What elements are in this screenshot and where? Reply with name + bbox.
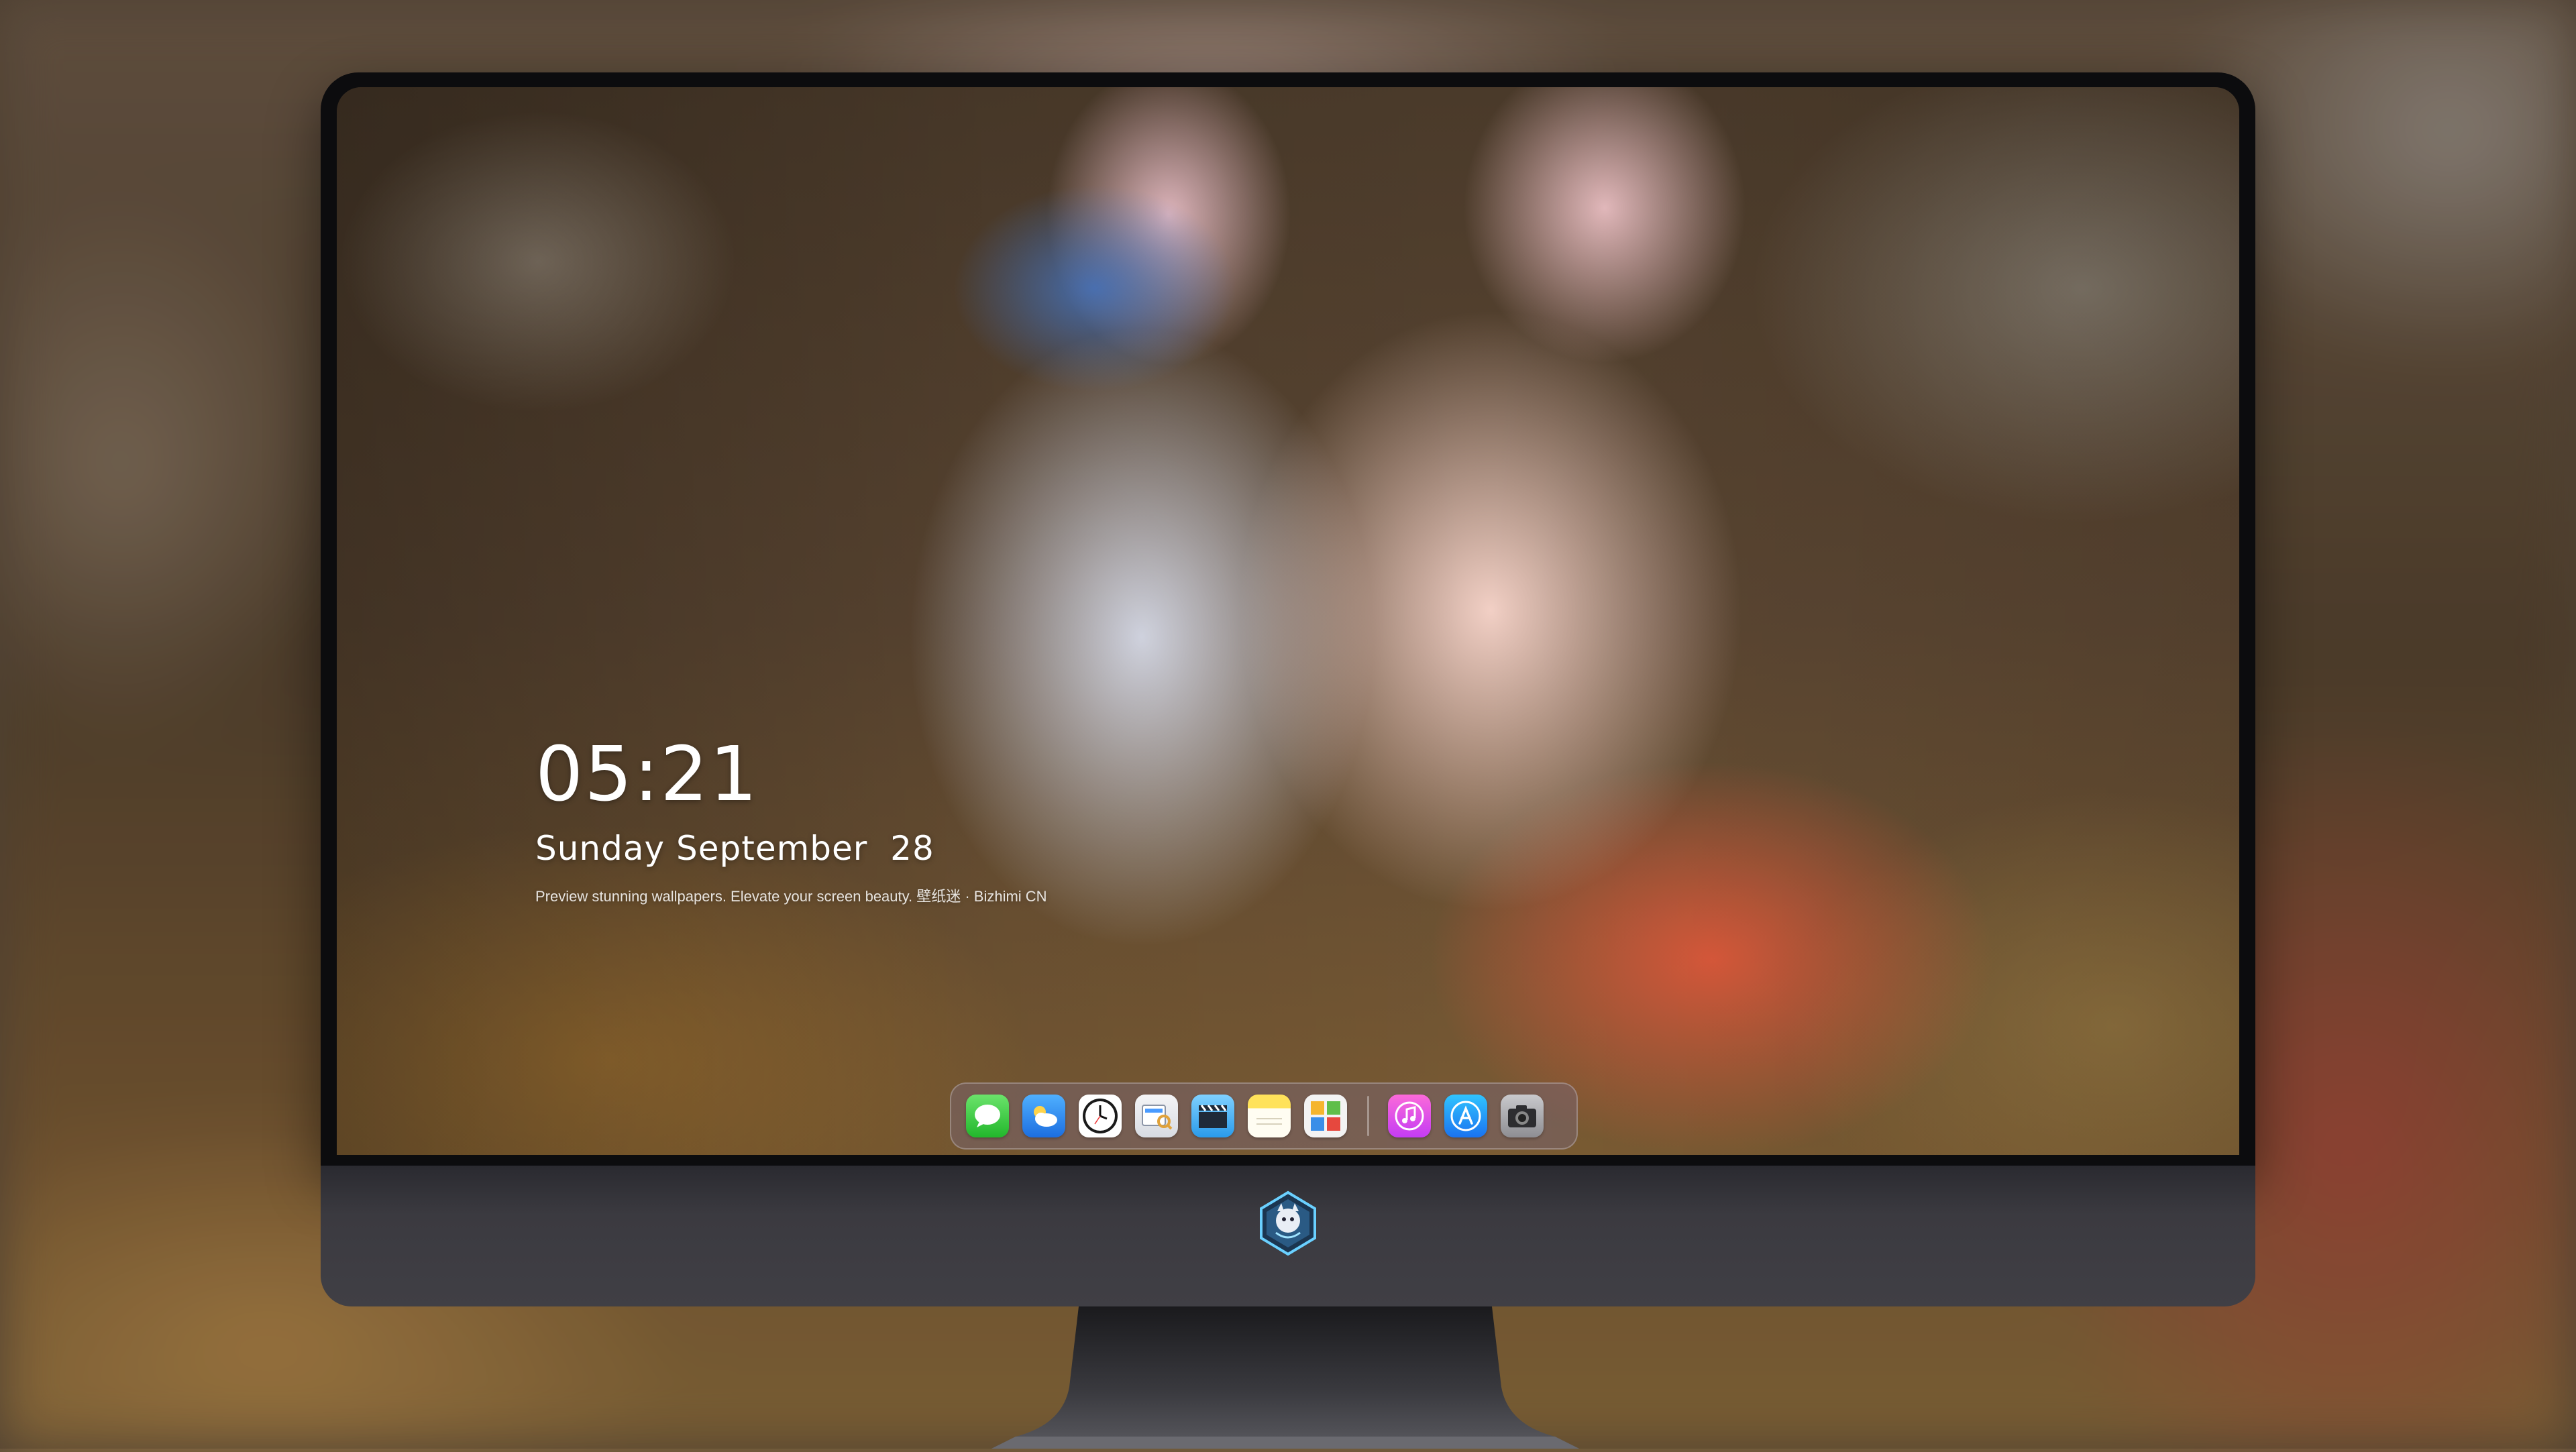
wallpaper	[337, 87, 2239, 1155]
desktop-screen: 05:21 Sunday September 28 Preview stunni…	[337, 87, 2239, 1155]
app-store-icon[interactable]	[1444, 1095, 1487, 1137]
messages-icon[interactable]	[966, 1095, 1009, 1137]
weather-icon[interactable]	[1022, 1095, 1065, 1137]
monitor-stand	[991, 1306, 1579, 1449]
music-icon[interactable]	[1388, 1095, 1431, 1137]
monitor-bezel: 05:21 Sunday September 28 Preview stunni…	[321, 72, 2255, 1166]
photos-icon[interactable]	[1304, 1095, 1347, 1137]
clapperboard-icon[interactable]	[1191, 1095, 1234, 1137]
preview-icon[interactable]	[1135, 1095, 1178, 1137]
monitor-chin	[321, 1166, 2255, 1306]
lockscreen-time: 05:21	[535, 731, 759, 818]
lockscreen-tagline: Preview stunning wallpapers. Elevate you…	[535, 888, 1047, 905]
brand-logo-icon	[1257, 1190, 1319, 1257]
lockscreen-info: 05:21 Sunday September 28 Preview stunni…	[535, 731, 1047, 907]
clock-icon[interactable]	[1079, 1095, 1122, 1137]
monitor: 05:21 Sunday September 28 Preview stunni…	[321, 72, 2255, 1306]
lockscreen-date: Sunday September 28	[535, 829, 934, 868]
camera-icon[interactable]	[1501, 1095, 1544, 1137]
dock-separator	[1367, 1096, 1369, 1136]
notes-icon[interactable]	[1248, 1095, 1291, 1137]
dock	[950, 1082, 1578, 1150]
